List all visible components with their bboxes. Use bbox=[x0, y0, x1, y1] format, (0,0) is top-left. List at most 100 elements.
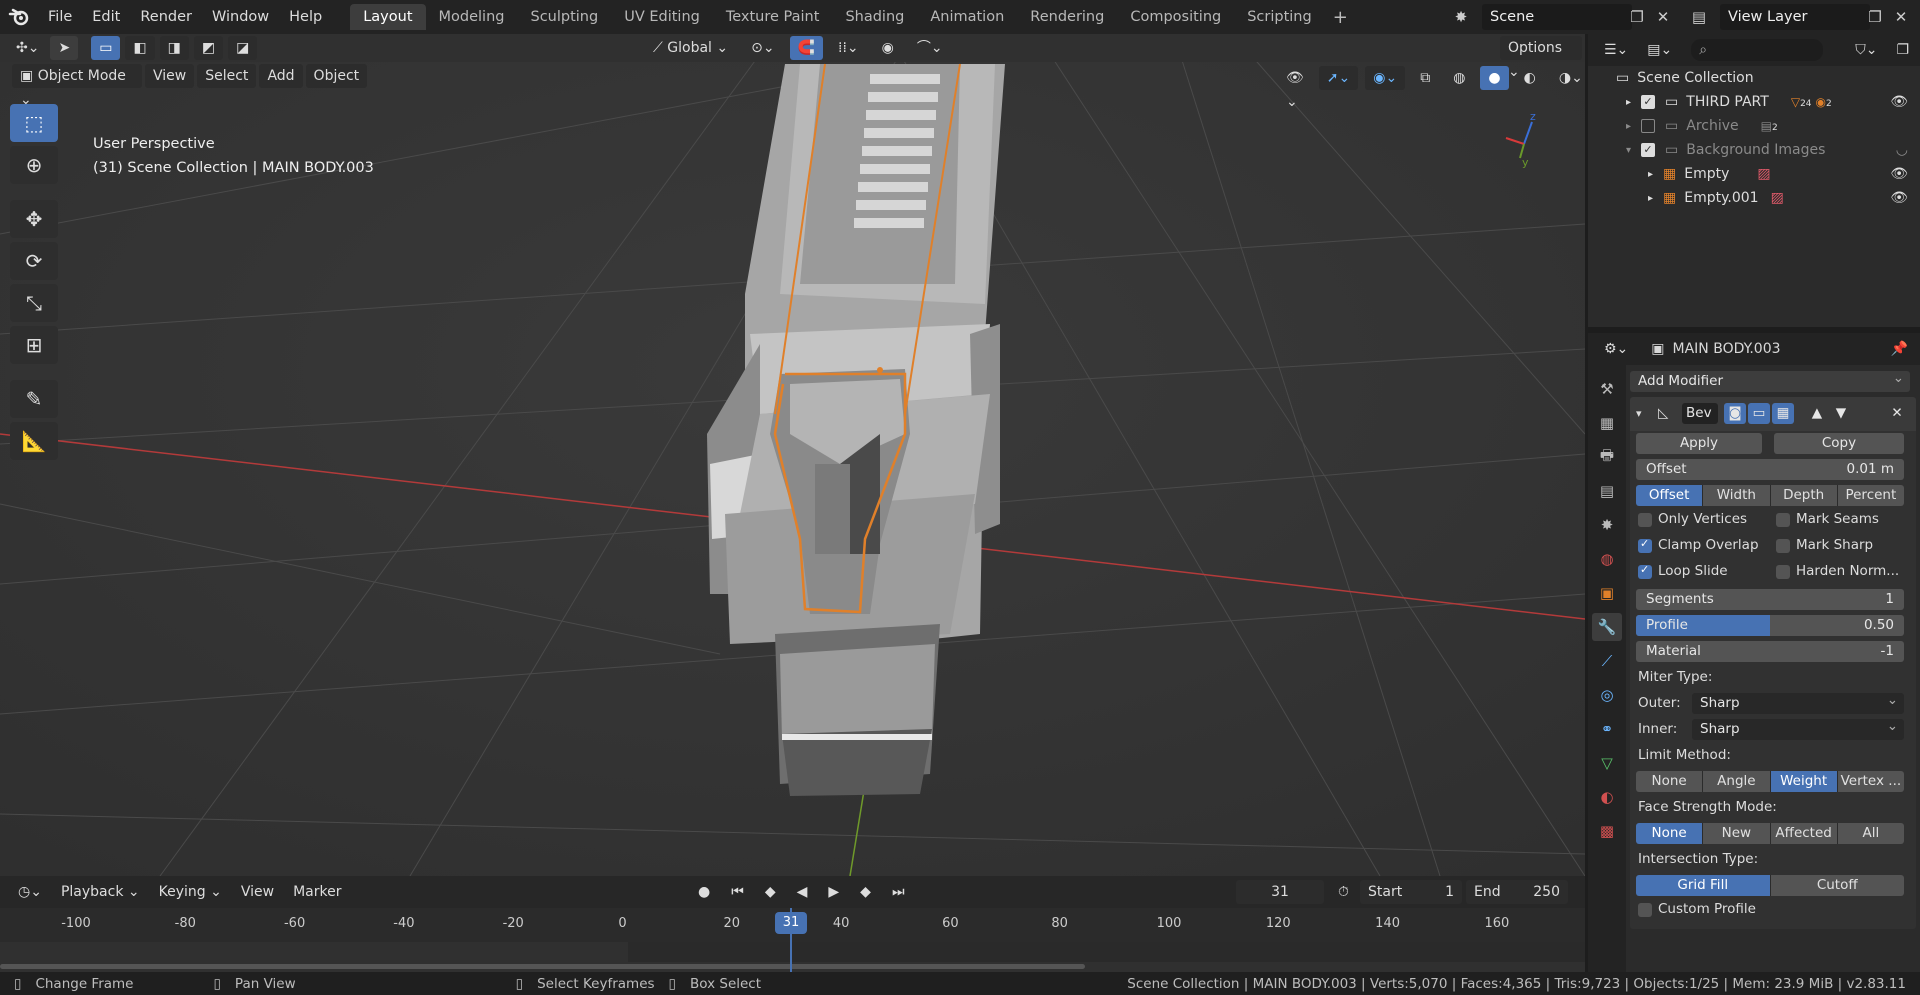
transform-orientation-dropdown[interactable]: ⟋ Global ⌄ bbox=[645, 36, 736, 60]
overlay-toggle-icon[interactable]: ◉⌄ bbox=[1365, 66, 1406, 90]
face-none[interactable]: None bbox=[1636, 823, 1704, 844]
texture-tab-icon[interactable]: ▩ bbox=[1592, 817, 1622, 845]
view-layer-tab-icon[interactable]: ▤ bbox=[1592, 477, 1622, 505]
move-down-icon[interactable]: ▼ bbox=[1830, 403, 1852, 424]
menu-window[interactable]: Window bbox=[202, 9, 279, 25]
start-frame-field[interactable]: Start 1 bbox=[1360, 880, 1462, 904]
tab-compositing[interactable]: Compositing bbox=[1117, 4, 1234, 30]
add-workspace-icon[interactable]: + bbox=[1325, 7, 1356, 28]
timeline[interactable]: ◷⌄ Playback ⌄ Keying ⌄ View Marker ● ⏮ ◆… bbox=[0, 876, 1585, 976]
add-modifier-dropdown[interactable]: Add Modifier bbox=[1630, 368, 1910, 392]
editor-type-icon[interactable]: ✣⌄ bbox=[8, 36, 47, 60]
outliner-row-background-images[interactable]: ▾ ✓ ▭ Background Images ◡ bbox=[1588, 138, 1920, 162]
new-collection-icon[interactable]: ❐ bbox=[1888, 38, 1917, 62]
rendered-shading-icon[interactable]: ◑⌄ bbox=[1551, 66, 1585, 90]
display-mode-icon[interactable]: ▤⌄ bbox=[1639, 38, 1680, 62]
select-box-tool-icon[interactable]: ⬚ bbox=[10, 104, 58, 142]
expand-arrow-icon[interactable]: ▸ bbox=[1626, 121, 1631, 132]
expand-arrow-icon[interactable]: ▸ bbox=[1648, 169, 1653, 180]
prev-keyframe-icon[interactable]: ◆ bbox=[757, 880, 784, 904]
measure-tool-icon[interactable]: 📐 bbox=[10, 422, 58, 460]
solid-shading-icon[interactable]: ● bbox=[1480, 66, 1509, 90]
face-new[interactable]: New bbox=[1703, 823, 1771, 844]
options-dropdown[interactable]: Options ⌄ bbox=[1500, 36, 1582, 80]
playback-menu[interactable]: Playback ⌄ bbox=[53, 880, 148, 904]
stopwatch-icon[interactable]: ⏱ bbox=[1330, 880, 1357, 904]
custom-profile-checkbox[interactable] bbox=[1638, 903, 1652, 917]
keying-menu[interactable]: Keying ⌄ bbox=[151, 880, 230, 904]
copy-button[interactable]: Copy bbox=[1774, 433, 1904, 454]
outliner-row-empty[interactable]: ▸ ▦ Empty ▨ 👁 bbox=[1588, 162, 1920, 186]
view-layer-icon[interactable]: ▤ bbox=[1686, 4, 1712, 30]
apply-button[interactable]: Apply bbox=[1636, 433, 1762, 454]
annotate-tool-icon[interactable]: ✎ bbox=[10, 380, 58, 418]
width-type-offset[interactable]: Offset bbox=[1636, 485, 1704, 506]
properties-editor-icon[interactable]: ⚙⌄ bbox=[1596, 337, 1636, 361]
blender-logo-icon[interactable] bbox=[0, 0, 38, 34]
view-layer-field[interactable]: View Layer bbox=[1720, 4, 1870, 30]
rotate-tool-icon[interactable]: ⟳ bbox=[10, 242, 58, 280]
delete-scene-icon[interactable]: ✕ bbox=[1650, 4, 1676, 30]
face-all[interactable]: All bbox=[1837, 823, 1904, 844]
output-tab-icon[interactable]: 🖶 bbox=[1592, 443, 1622, 471]
realtime-camera-icon[interactable]: ◙ bbox=[1724, 403, 1746, 424]
3d-viewport[interactable]: z y ▣ Object Mode ⌄ View Select Add Obje… bbox=[0, 34, 1585, 876]
mode-invert-icon[interactable]: ◩ bbox=[193, 36, 224, 60]
pin-icon[interactable]: 📌 bbox=[1891, 341, 1908, 357]
proportional-edit-icon[interactable]: ◉ bbox=[874, 36, 902, 60]
world-tab-icon[interactable]: ◍ bbox=[1592, 545, 1622, 573]
marker-menu[interactable]: Marker bbox=[285, 880, 349, 904]
eye-closed-icon[interactable]: ◡ bbox=[1896, 142, 1908, 158]
gizmo-toggle-icon[interactable]: ➚⌄ bbox=[1318, 66, 1359, 90]
mode-intersect-icon[interactable]: ◪ bbox=[228, 36, 258, 60]
new-scene-icon[interactable]: ❐ bbox=[1624, 4, 1650, 30]
record-icon[interactable]: ● bbox=[690, 880, 718, 904]
select-menu[interactable]: Select bbox=[197, 64, 257, 88]
tab-rendering[interactable]: Rendering bbox=[1017, 4, 1117, 30]
current-frame-field[interactable]: 31 bbox=[1236, 880, 1324, 904]
move-up-icon[interactable]: ▲ bbox=[1806, 403, 1828, 424]
snap-toggle-icon[interactable]: 🧲 bbox=[789, 36, 824, 60]
limit-weight[interactable]: Weight bbox=[1770, 771, 1838, 792]
jump-end-icon[interactable]: ⏭ bbox=[884, 880, 913, 904]
width-type-width[interactable]: Width bbox=[1703, 485, 1771, 506]
intersection-cutoff[interactable]: Cutoff bbox=[1770, 875, 1904, 896]
outliner-search-input[interactable]: ⌕ bbox=[1691, 39, 1824, 61]
mode-new-icon[interactable]: ▭ bbox=[91, 36, 121, 60]
material-field[interactable]: Material -1 bbox=[1636, 641, 1904, 662]
cursor-tool-icon[interactable]: ⊕ bbox=[10, 146, 58, 184]
timeline-track[interactable] bbox=[0, 942, 1585, 970]
remove-modifier-icon[interactable]: ✕ bbox=[1886, 403, 1908, 424]
offset-field[interactable]: Offset 0.01 m bbox=[1636, 459, 1904, 480]
limit-none[interactable]: None bbox=[1636, 771, 1704, 792]
face-affected[interactable]: Affected bbox=[1770, 823, 1838, 844]
outliner-row-empty-001[interactable]: ▸ ▦ Empty.001 ▨ 👁 bbox=[1588, 186, 1920, 210]
object-mode-dropdown[interactable]: ▣ Object Mode ⌄ bbox=[12, 64, 142, 108]
pivot-point-icon[interactable]: ⊙⌄ bbox=[743, 36, 782, 60]
delete-view-layer-icon[interactable]: ✕ bbox=[1888, 4, 1914, 30]
mode-subtract-icon[interactable]: ◨ bbox=[159, 36, 189, 60]
only-vertices-checkbox[interactable] bbox=[1638, 513, 1652, 527]
editmode-icon[interactable]: ▦ bbox=[1772, 403, 1794, 424]
mark-sharp-checkbox[interactable] bbox=[1776, 539, 1790, 553]
transform-tool-icon[interactable]: ⊞ bbox=[10, 326, 58, 364]
eye-icon[interactable]: 👁 bbox=[1890, 166, 1908, 182]
xray-icon[interactable]: ⧉ bbox=[1412, 66, 1438, 90]
expand-arrow-icon[interactable]: ▸ bbox=[1626, 97, 1631, 108]
scene-name-field[interactable]: Scene bbox=[1482, 4, 1632, 30]
outer-miter-dropdown[interactable]: Sharp bbox=[1692, 690, 1904, 714]
render-tab-icon[interactable]: ▦ bbox=[1592, 409, 1622, 437]
outliner-row-third-part[interactable]: ▸ ✓ ▭ THIRD PART ▽24 ◉2 👁 bbox=[1588, 90, 1920, 114]
expand-arrow-icon[interactable]: ▸ bbox=[1648, 193, 1653, 204]
wireframe-shading-icon[interactable]: ◍ bbox=[1445, 66, 1473, 90]
mode-extend-icon[interactable]: ◧ bbox=[125, 36, 155, 60]
tab-modeling[interactable]: Modeling bbox=[426, 4, 518, 30]
active-tool-icon[interactable]: ➤ bbox=[50, 36, 79, 60]
scene-icon[interactable]: ✸ bbox=[1448, 4, 1474, 30]
scene-tab-icon[interactable]: ✸ bbox=[1592, 511, 1622, 539]
filter-icon[interactable]: ⛉⌄ bbox=[1847, 38, 1885, 62]
outliner-editor-icon[interactable]: ☰⌄ bbox=[1596, 38, 1636, 62]
eye-icon[interactable]: 👁 bbox=[1890, 94, 1908, 110]
outliner-row-scene-collection[interactable]: ▭ Scene Collection bbox=[1588, 66, 1920, 90]
loop-slide-checkbox[interactable] bbox=[1638, 563, 1652, 579]
